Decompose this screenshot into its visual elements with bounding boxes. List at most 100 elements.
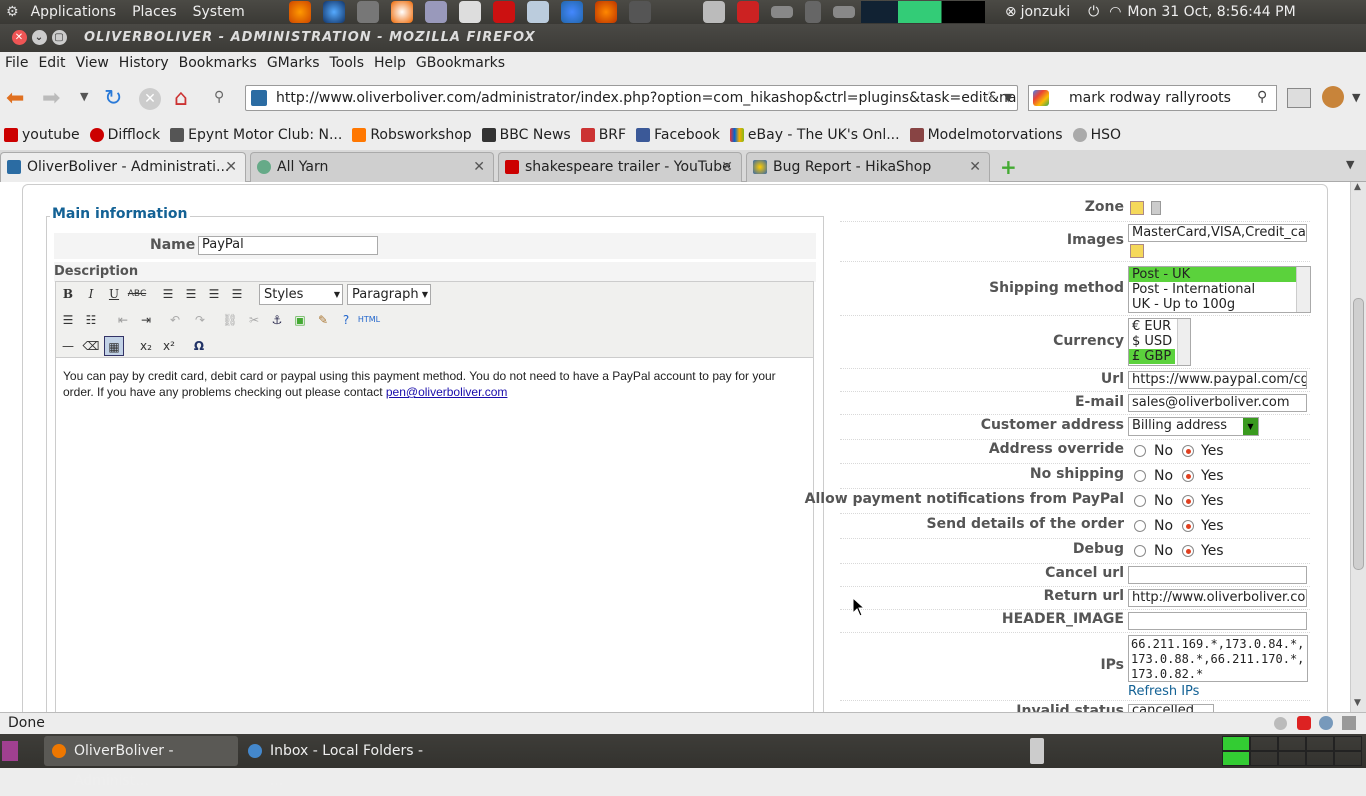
editor-email-link[interactable]: pen@oliverboliver.com	[386, 385, 508, 399]
anchor-icon[interactable]: ⚓	[267, 310, 287, 330]
currency-listbox[interactable]: € EUR $ USD £ GBP	[1128, 318, 1191, 366]
images-edit-icon[interactable]	[1130, 244, 1144, 258]
address-override-no-radio[interactable]	[1134, 445, 1146, 457]
monkey-dropdown-icon[interactable]: ▼	[1352, 91, 1360, 104]
numbered-list-icon[interactable]: ☷	[81, 310, 101, 330]
new-tab-icon[interactable]: +	[1000, 155, 1017, 179]
workspace-1[interactable]	[1222, 736, 1250, 751]
forward-button-icon[interactable]: ➡	[42, 86, 60, 111]
customer-address-select[interactable]: Billing address ▼	[1128, 417, 1259, 436]
power-app-icon[interactable]	[736, 1, 759, 23]
workspace-7[interactable]	[1250, 751, 1278, 766]
workspace-4[interactable]	[1306, 736, 1334, 751]
help-icon[interactable]: ?	[336, 310, 356, 330]
close-tab-icon[interactable]: ✕	[721, 153, 733, 181]
bookmark-hso[interactable]: HSO	[1072, 127, 1121, 143]
bold-icon[interactable]: B	[58, 284, 78, 304]
url-bar[interactable]: http://www.oliverboliver.com/administrat…	[245, 85, 1018, 111]
show-desktop-icon[interactable]	[2, 741, 18, 761]
bookmark-epynt[interactable]: Epynt Motor Club: N...	[170, 127, 342, 143]
no-shipping-yes-radio[interactable]	[1182, 470, 1194, 482]
outdent-icon[interactable]: ⇤	[113, 310, 133, 330]
scroll-up-icon[interactable]: ▲	[1354, 182, 1361, 192]
notes-launcher-icon[interactable]	[526, 1, 549, 23]
visual-aid-icon[interactable]: ▦	[104, 336, 124, 356]
menu-bookmarks[interactable]: Bookmarks	[174, 55, 262, 71]
bookmark-modelmotorvations[interactable]: Modelmotorvations	[909, 127, 1063, 143]
undo-icon[interactable]: ↶	[165, 310, 185, 330]
refresh-ips-link[interactable]: Refresh IPs	[1128, 684, 1199, 699]
bookmark-ebay[interactable]: eBay - The UK's Onl...	[729, 127, 900, 143]
search-bar[interactable]: mark rodway rallyroots	[1028, 85, 1277, 111]
currency-scrollbar[interactable]	[1177, 319, 1190, 365]
page-scrollbar[interactable]: ▲ ▼	[1350, 182, 1366, 712]
gnome-foot-icon[interactable]: ⚙	[6, 4, 19, 20]
wifi-icon[interactable]: ◠	[1109, 4, 1121, 20]
close-tab-icon[interactable]: ✕	[473, 153, 485, 181]
name-input[interactable]: PayPal	[198, 236, 378, 255]
special-char-icon[interactable]: Ω	[189, 336, 209, 356]
address-override-yes-radio[interactable]	[1182, 445, 1194, 457]
menu-file[interactable]: File	[0, 55, 33, 71]
image-icon[interactable]: ▣	[290, 310, 310, 330]
site-identity-icon[interactable]	[251, 90, 267, 106]
info-status-icon[interactable]	[1319, 716, 1333, 730]
shipping-method-listbox[interactable]: Post - UK Post - International UK - Up t…	[1128, 266, 1311, 313]
user-switch-icon[interactable]: ⊗	[1005, 4, 1017, 20]
align-right-icon[interactable]: ☰	[204, 284, 224, 304]
filezilla-launcher-icon[interactable]	[492, 1, 515, 23]
return-url-input[interactable]: http://www.oliverboliver.com/	[1128, 589, 1307, 607]
scroll-down-icon[interactable]: ▼	[1354, 698, 1361, 708]
editor-content[interactable]: You can pay by credit card, debit card o…	[63, 368, 803, 400]
debug-yes-radio[interactable]	[1182, 545, 1194, 557]
unlink-icon[interactable]: ✂	[244, 310, 264, 330]
username-label[interactable]: jonzuki	[1021, 4, 1071, 20]
blender-launcher-icon[interactable]	[390, 1, 413, 23]
tools-status-icon[interactable]	[1342, 716, 1356, 730]
addon-button-icon[interactable]: ⚲	[214, 89, 224, 105]
gimp-launcher-icon[interactable]	[356, 1, 379, 23]
indent-icon[interactable]: ⇥	[136, 310, 156, 330]
workspace-9[interactable]	[1306, 751, 1334, 766]
system-menu[interactable]: System	[185, 4, 253, 20]
taskbar-thunderbird[interactable]: Inbox - Local Folders - ...	[240, 736, 434, 789]
no-shipping-no-radio[interactable]	[1134, 470, 1146, 482]
cancel-url-input[interactable]	[1128, 566, 1307, 584]
search-engine-icon[interactable]	[1033, 90, 1049, 106]
battery-icon[interactable]	[770, 6, 793, 18]
minimize-window-icon[interactable]: ⌄	[32, 30, 47, 45]
trash-icon[interactable]	[1030, 738, 1044, 764]
monkey-icon[interactable]	[1322, 86, 1344, 108]
align-justify-icon[interactable]: ☰	[227, 284, 247, 304]
stop-button-icon[interactable]: ✕	[139, 88, 161, 110]
header-image-input[interactable]	[1128, 612, 1307, 630]
workspace-2[interactable]	[1250, 736, 1278, 751]
notifications-yes-radio[interactable]	[1182, 495, 1194, 507]
bookmark-youtube[interactable]: youtube	[4, 127, 80, 143]
link-icon[interactable]: ⛓	[220, 310, 240, 330]
align-center-icon[interactable]: ☰	[181, 284, 201, 304]
thunderbird-launcher-icon[interactable]	[322, 1, 345, 23]
superscript-icon[interactable]: x²	[159, 336, 179, 356]
bookmark-brf[interactable]: BRF	[580, 127, 626, 143]
italic-icon[interactable]: I	[81, 284, 101, 304]
align-left-icon[interactable]: ☰	[158, 284, 178, 304]
applications-menu[interactable]: Applications	[23, 4, 125, 20]
shipping-option[interactable]: Post - UK	[1129, 267, 1297, 282]
images-input[interactable]: MasterCard,VISA,Credit_card,	[1128, 224, 1307, 242]
notifications-no-radio[interactable]	[1134, 495, 1146, 507]
tab-hikashop[interactable]: Bug Report - HikaShop ✕	[746, 152, 990, 182]
close-tab-icon[interactable]: ✕	[969, 153, 981, 181]
maximize-window-icon[interactable]: ▢	[52, 30, 67, 45]
cleanup-icon[interactable]: ✎	[313, 310, 333, 330]
subscript-icon[interactable]: x₂	[136, 336, 156, 356]
chrome-launcher-icon[interactable]	[560, 1, 583, 23]
reload-button-icon[interactable]: ↻	[104, 86, 122, 111]
history-dropdown-icon[interactable]: ▼	[80, 90, 88, 103]
strikethrough-icon[interactable]: ABC	[127, 284, 147, 304]
toolbar-grid-icon[interactable]	[1287, 88, 1311, 108]
url-dropdown-icon[interactable]: ▼	[1004, 91, 1012, 104]
taskbar-firefox[interactable]: OliverBoliver - Administ...	[44, 736, 238, 789]
clock[interactable]: Mon 31 Oct, 8:56:44 PM	[1127, 4, 1295, 20]
close-window-icon[interactable]: ✕	[12, 30, 27, 45]
